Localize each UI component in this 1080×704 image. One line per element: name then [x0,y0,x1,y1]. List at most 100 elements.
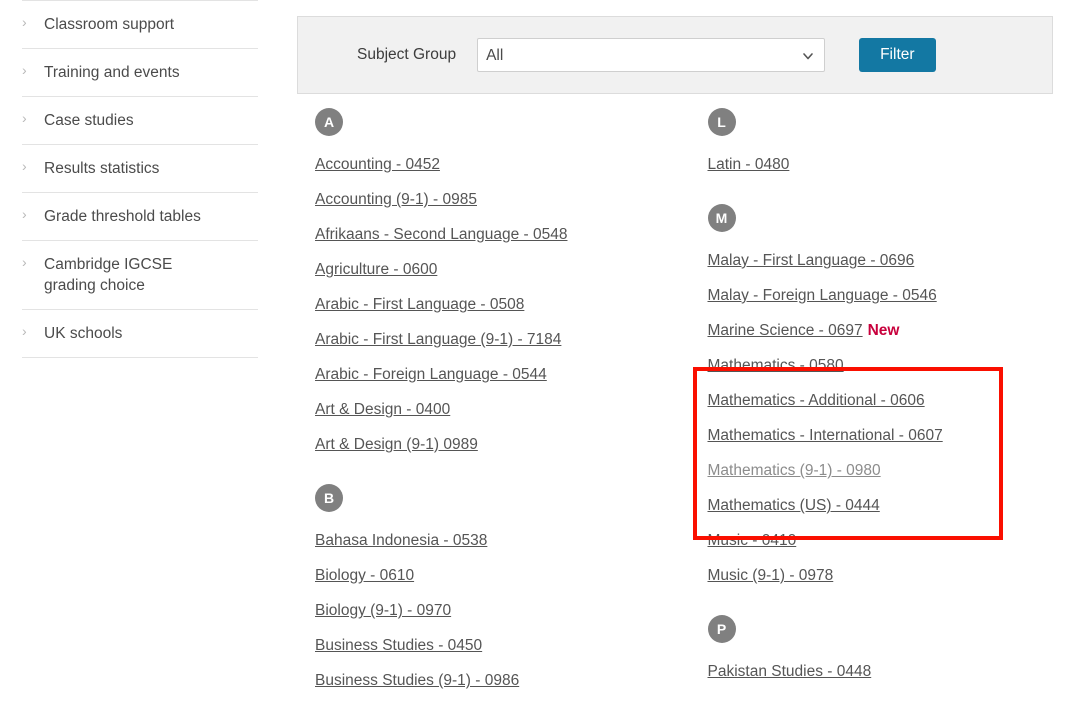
chevron-right-icon: › [22,110,27,126]
subject-link[interactable]: Biology (9-1) - 0970 [315,602,451,619]
chevron-right-icon: › [22,158,27,174]
sidebar-item-label: Training and events [44,64,180,81]
chevron-right-icon: › [22,254,27,270]
subject-column-left: A Accounting - 0452 Accounting (9-1) - 098… [297,108,688,691]
list-item: Music (9-1) - 0978 [708,566,1080,586]
sidebar-item-label: Case studies [44,112,134,129]
subject-link[interactable]: Afrikaans - Second Language - 0548 [315,226,567,243]
subject-group-select[interactable]: All [477,38,826,72]
subject-group-B: B Bahasa Indonesia - 0538 Biology - 0610 Bi… [306,484,688,691]
chevron-right-icon: › [22,323,27,339]
subject-link[interactable]: Business Studies (9-1) - 0986 [315,672,519,689]
list-item: Mathematics - International - 0607 [708,426,1080,446]
subject-link[interactable]: Arabic - Foreign Language - 0544 [315,366,547,383]
list-item: Pakistan Studies - 0448 [708,662,1080,682]
subject-group-L: L Latin - 0480 [699,108,1080,175]
list-item: Arabic - First Language - 0508 [315,295,688,315]
sidebar-item-label: Grade threshold tables [44,208,201,225]
list-item: Bahasa Indonesia - 0538 [315,531,688,551]
subject-group-M: M Malay - First Language - 0696 Malay - Fo… [699,204,1080,586]
letter-badge-B: B [315,484,343,512]
subject-link[interactable]: Arabic - First Language (9-1) - 7184 [315,331,561,348]
list-item: Mathematics - 0580 [708,356,1080,376]
sidebar-navigation: › Classroom support › Training and events › C… [0,0,280,704]
subject-link[interactable]: Mathematics - International - 0607 [708,427,943,444]
subject-group-A: A Accounting - 0452 Accounting (9-1) - 098… [306,108,688,455]
subject-group-select-wrapper: All [477,38,826,72]
sidebar-item-cambridge-igcse-grading-choice[interactable]: › Cambridge IGCSE grading choice [22,240,258,309]
sidebar-item-grade-threshold-tables[interactable]: › Grade threshold tables [22,192,258,240]
subject-link[interactable]: Agriculture - 0600 [315,261,437,278]
subject-link[interactable]: Arabic - First Language - 0508 [315,296,524,313]
list-item: Afrikaans - Second Language - 0548 [315,225,688,245]
list-item: Malay - Foreign Language - 0546 [708,286,1080,306]
subject-link[interactable]: Business Studies - 0450 [315,637,482,654]
list-item: Biology (9-1) - 0970 [315,601,688,621]
list-item: Arabic - First Language (9-1) - 7184 [315,330,688,350]
subject-link-list: Latin - 0480 [699,155,1080,175]
list-item: Mathematics - Additional - 0606 [708,391,1080,411]
subject-link[interactable]: Mathematics - 0580 [708,357,844,374]
subject-link[interactable]: Mathematics (US) - 0444 [708,497,880,514]
list-item: Biology - 0610 [315,566,688,586]
list-item: Malay - First Language - 0696 [708,251,1080,271]
list-item: Arabic - Foreign Language - 0544 [315,365,688,385]
chevron-right-icon: › [22,14,27,30]
subject-link[interactable]: Accounting - 0452 [315,156,440,173]
list-item: Mathematics (US) - 0444 [708,496,1080,516]
list-item: Business Studies (9-1) - 0986 [315,671,688,691]
letter-badge-P: P [707,615,736,643]
list-item: Marine Science - 0697 New [708,321,1080,341]
filter-button[interactable]: Filter [859,38,936,72]
sidebar-item-list: › Classroom support › Training and events › C… [0,0,280,358]
subject-link-list: Accounting - 0452 Accounting (9-1) - 0985… [306,155,688,455]
sidebar-item-label: Cambridge IGCSE grading choice [44,256,173,294]
subject-link[interactable]: Art & Design (9-1) 0989 [315,436,478,453]
subject-link[interactable]: Malay - First Language - 0696 [708,252,915,269]
subject-group-P: P Pakistan Studies - 0448 [699,615,1080,682]
subject-columns: A Accounting - 0452 Accounting (9-1) - 098… [297,108,1080,691]
subject-link[interactable]: Music - 0410 [708,532,797,549]
sidebar-item-label: Results statistics [44,160,160,177]
subject-link[interactable]: Accounting (9-1) - 0985 [315,191,477,208]
subject-link[interactable]: Mathematics - Additional - 0606 [708,392,925,409]
sidebar-item-classroom-support[interactable]: › Classroom support [22,0,258,48]
subject-group-label: Subject Group [357,46,457,63]
sidebar-item-results-statistics[interactable]: › Results statistics [22,144,258,192]
subject-link[interactable]: Pakistan Studies - 0448 [708,663,872,680]
list-item: Art & Design (9-1) 0989 [315,435,688,455]
letter-badge-A: A [315,108,343,136]
sidebar-item-case-studies[interactable]: › Case studies [22,96,258,144]
subject-link[interactable]: Marine Science - 0697 [708,322,863,339]
list-item: Mathematics (9-1) - 0980 [708,461,1080,481]
list-item: Art & Design - 0400 [315,400,688,420]
subject-link[interactable]: Bahasa Indonesia - 0538 [315,532,487,549]
subject-link[interactable]: Biology - 0610 [315,567,414,584]
subject-link-list: Bahasa Indonesia - 0538 Biology - 0610 Bio… [306,531,688,691]
list-item: Latin - 0480 [708,155,1080,175]
list-item: Music - 0410 [708,531,1080,551]
letter-badge-M: M [707,204,736,232]
subject-link[interactable]: Music (9-1) - 0978 [708,567,834,584]
page-root: › Classroom support › Training and events › C… [0,0,1080,704]
sidebar-item-label: UK schools [44,325,123,342]
letter-badge-L: L [707,108,736,136]
subject-link[interactable]: Art & Design - 0400 [315,401,450,418]
chevron-right-icon: › [22,62,27,78]
list-item: Agriculture - 0600 [315,260,688,280]
sidebar-item-label: Classroom support [44,16,175,33]
main-content: Subject Group All Filter A Accounting - 0… [297,0,1080,704]
sidebar-item-uk-schools[interactable]: › UK schools [22,309,258,358]
sidebar-item-training-and-events[interactable]: › Training and events [22,48,258,96]
subject-link[interactable]: Malay - Foreign Language - 0546 [708,287,937,304]
subject-link[interactable]: Latin - 0480 [708,156,790,173]
subject-link[interactable]: Mathematics (9-1) - 0980 [708,462,881,479]
subject-link-list: Pakistan Studies - 0448 [699,662,1080,682]
list-item: Accounting - 0452 [315,155,688,175]
subject-group-filter-panel: Subject Group All Filter [297,16,1053,94]
new-badge: New [867,322,900,339]
subject-link-list: Malay - First Language - 0696 Malay - For… [699,251,1080,586]
list-item: Accounting (9-1) - 0985 [315,190,688,210]
subject-column-right: L Latin - 0480 M Malay - First Language - 0… [690,108,1080,691]
list-item: Business Studies - 0450 [315,636,688,656]
